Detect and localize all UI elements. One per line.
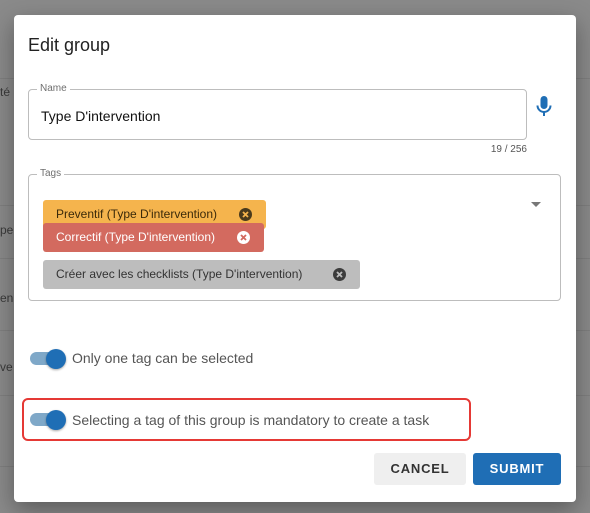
- background-text: pe: [0, 223, 14, 237]
- close-circle-icon[interactable]: [237, 231, 250, 244]
- submit-button[interactable]: SUBMIT: [473, 453, 561, 485]
- dialog-title: Edit group: [28, 35, 111, 55]
- edit-group-dialog: Edit group Name Type D'intervention 19 /…: [14, 15, 576, 502]
- background-text: en: [0, 291, 14, 305]
- tag-chip-checklists[interactable]: Créer avec les checklists (Type D'interv…: [43, 260, 360, 289]
- dropdown-arrow-icon[interactable]: [530, 196, 542, 207]
- name-field-label: Name: [37, 83, 70, 95]
- tag-chip-label: Correctif (Type D'intervention): [56, 230, 216, 244]
- single-tag-toggle[interactable]: [28, 347, 68, 369]
- tag-chip-label: Créer avec les checklists (Type D'interv…: [56, 267, 303, 281]
- cancel-button[interactable]: CANCEL: [374, 453, 466, 485]
- tag-chip-correctif[interactable]: Correctif (Type D'intervention): [43, 223, 264, 252]
- background-text: ve: [0, 360, 13, 374]
- tags-field-label: Tags: [37, 168, 65, 180]
- toggle-thumb: [46, 410, 66, 430]
- mandatory-tag-toggle[interactable]: [28, 408, 68, 430]
- name-field[interactable]: Name Type D'intervention: [28, 83, 527, 140]
- character-counter: 19 / 256: [490, 144, 527, 155]
- close-circle-icon[interactable]: [239, 208, 252, 221]
- microphone-icon[interactable]: [535, 95, 553, 119]
- mandatory-tag-toggle-label: Selecting a tag of this group is mandato…: [72, 412, 430, 428]
- close-circle-icon[interactable]: [333, 268, 346, 281]
- single-tag-toggle-label: Only one tag can be selected: [72, 350, 254, 366]
- toggle-thumb: [46, 349, 66, 369]
- background-text: té: [0, 85, 11, 99]
- name-input-value[interactable]: Type D'intervention: [41, 108, 160, 124]
